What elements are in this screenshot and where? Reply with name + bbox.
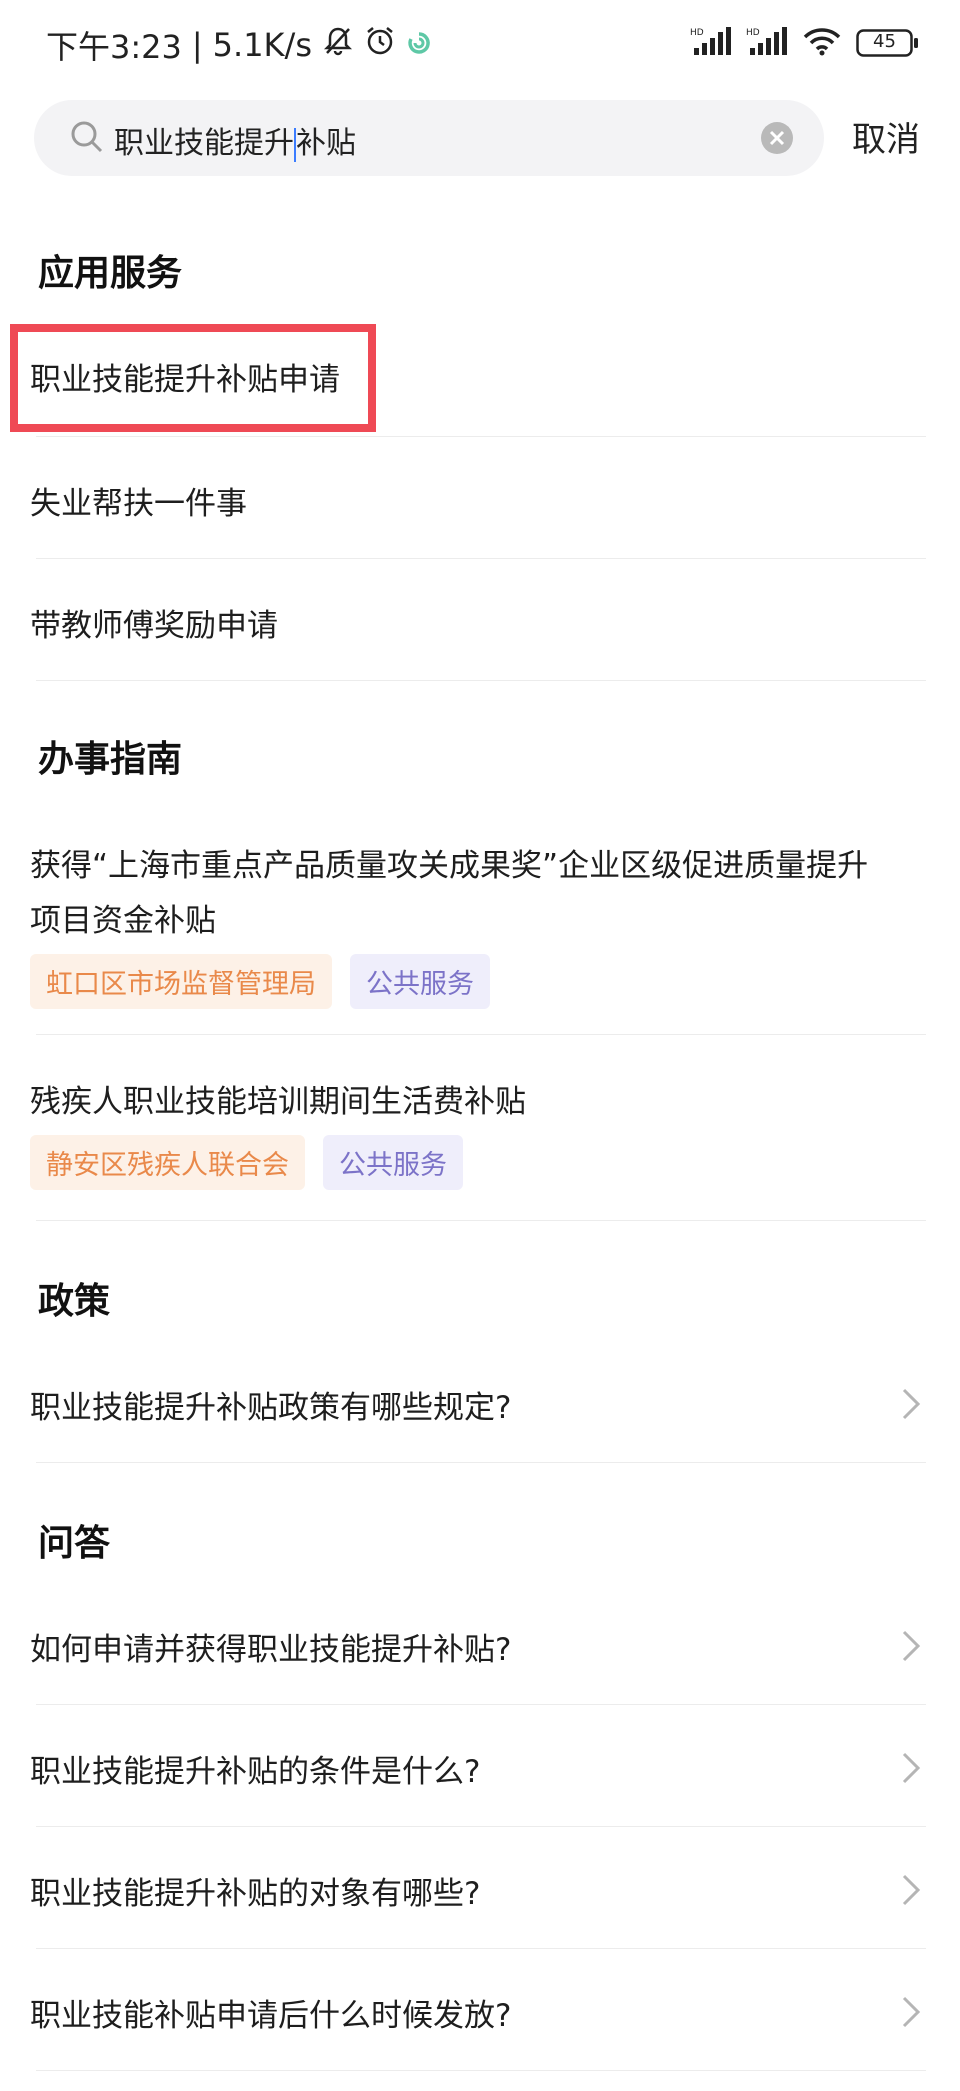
status-right: HD HD 45 bbox=[690, 26, 920, 60]
svg-text:HD: HD bbox=[746, 28, 760, 38]
signal-hd-icon: HD bbox=[746, 26, 788, 60]
app-service-item[interactable]: 带教师傅奖励申请 bbox=[30, 600, 926, 645]
status-left: 下午3:23 | 5.1K/s bbox=[46, 22, 432, 68]
divider bbox=[36, 1826, 926, 1827]
network-speed: 5.1K/s bbox=[212, 26, 312, 64]
qa-item[interactable]: 职业技能提升补贴的对象有哪些? bbox=[30, 1868, 926, 1913]
qa-label: 职业技能补贴申请后什么时候发放? bbox=[30, 1998, 512, 2034]
bell-off-icon bbox=[322, 25, 354, 65]
qa-item[interactable]: 职业技能提升补贴的条件是什么? bbox=[30, 1746, 926, 1791]
section-title-guides: 办事指南 bbox=[38, 739, 183, 780]
app-service-item[interactable]: 职业技能提升补贴申请 bbox=[30, 354, 926, 399]
signal-hd-icon: HD bbox=[690, 26, 732, 60]
qa-item[interactable]: 如何申请并获得职业技能提升补贴? bbox=[30, 1624, 926, 1669]
clear-icon[interactable] bbox=[760, 121, 794, 159]
alarm-icon bbox=[364, 25, 396, 65]
guide-title-line: 获得“上海市重点产品质量攻关成果奖”企业区级促进质量提升 bbox=[30, 848, 869, 884]
battery-level: 45 bbox=[873, 31, 896, 52]
search-query-before-caret: 职业技能提升 bbox=[114, 126, 294, 161]
guide-title-line: 项目资金补贴 bbox=[30, 903, 216, 939]
chevron-right-icon bbox=[900, 1750, 922, 1794]
guide-item[interactable]: 残疾人职业技能培训期间生活费补贴 静安区残疾人联合会 公共服务 bbox=[30, 1076, 926, 1190]
battery-icon: 45 bbox=[856, 28, 920, 58]
policy-item[interactable]: 职业技能提升补贴政策有哪些规定? bbox=[30, 1382, 926, 1427]
guide-tags: 静安区残疾人联合会 公共服务 bbox=[30, 1135, 926, 1190]
cancel-button[interactable]: 取消 bbox=[852, 112, 920, 161]
app-icon bbox=[406, 26, 432, 64]
search-query[interactable]: 职业技能提升补贴 bbox=[114, 118, 356, 162]
search-icon bbox=[70, 120, 104, 158]
app-service-label: 职业技能提升补贴申请 bbox=[30, 362, 340, 398]
wifi-icon bbox=[802, 26, 842, 60]
org-tag: 静安区残疾人联合会 bbox=[30, 1135, 305, 1190]
app-service-label: 带教师傅奖励申请 bbox=[30, 608, 278, 644]
divider bbox=[36, 1704, 926, 1705]
divider bbox=[36, 1034, 926, 1035]
category-tag: 公共服务 bbox=[350, 954, 490, 1009]
chevron-right-icon bbox=[900, 1994, 922, 2038]
section-title-qa: 问答 bbox=[38, 1523, 111, 1564]
status-bar: 下午3:23 | 5.1K/s HD HD 45 bbox=[0, 0, 960, 90]
chevron-right-icon bbox=[900, 1386, 922, 1430]
divider bbox=[36, 1948, 926, 1949]
divider bbox=[36, 1462, 926, 1463]
qa-label: 如何申请并获得职业技能提升补贴? bbox=[30, 1632, 512, 1668]
section-title-apps: 应用服务 bbox=[38, 253, 183, 294]
policy-label: 职业技能提升补贴政策有哪些规定? bbox=[30, 1390, 512, 1426]
chevron-right-icon bbox=[900, 1872, 922, 1916]
guide-item[interactable]: 获得“上海市重点产品质量攻关成果奖”企业区级促进质量提升 项目资金补贴 虹口区市… bbox=[30, 840, 926, 1009]
svg-text:HD: HD bbox=[690, 28, 704, 38]
status-time: 下午3:23 bbox=[46, 28, 182, 66]
qa-label: 职业技能提升补贴的对象有哪些? bbox=[30, 1876, 481, 1912]
divider bbox=[36, 436, 926, 437]
search-query-after-caret: 补贴 bbox=[296, 126, 356, 161]
section-title-policy: 政策 bbox=[38, 1281, 111, 1322]
qa-label: 职业技能提升补贴的条件是什么? bbox=[30, 1754, 481, 1790]
search-row: 职业技能提升补贴 取消 bbox=[0, 100, 960, 178]
search-input[interactable]: 职业技能提升补贴 bbox=[34, 100, 824, 176]
divider bbox=[36, 558, 926, 559]
category-tag: 公共服务 bbox=[323, 1135, 463, 1190]
guide-tags: 虹口区市场监督管理局 公共服务 bbox=[30, 954, 926, 1009]
divider bbox=[36, 680, 926, 681]
divider bbox=[36, 2070, 926, 2071]
org-tag: 虹口区市场监督管理局 bbox=[30, 954, 332, 1009]
divider bbox=[36, 1220, 926, 1221]
app-service-item[interactable]: 失业帮扶一件事 bbox=[30, 478, 926, 523]
guide-title-line: 残疾人职业技能培训期间生活费补贴 bbox=[30, 1084, 526, 1120]
chevron-right-icon bbox=[900, 1628, 922, 1672]
status-separator: | bbox=[191, 26, 203, 64]
app-service-label: 失业帮扶一件事 bbox=[30, 486, 247, 522]
qa-item[interactable]: 职业技能补贴申请后什么时候发放? bbox=[30, 1990, 926, 2035]
